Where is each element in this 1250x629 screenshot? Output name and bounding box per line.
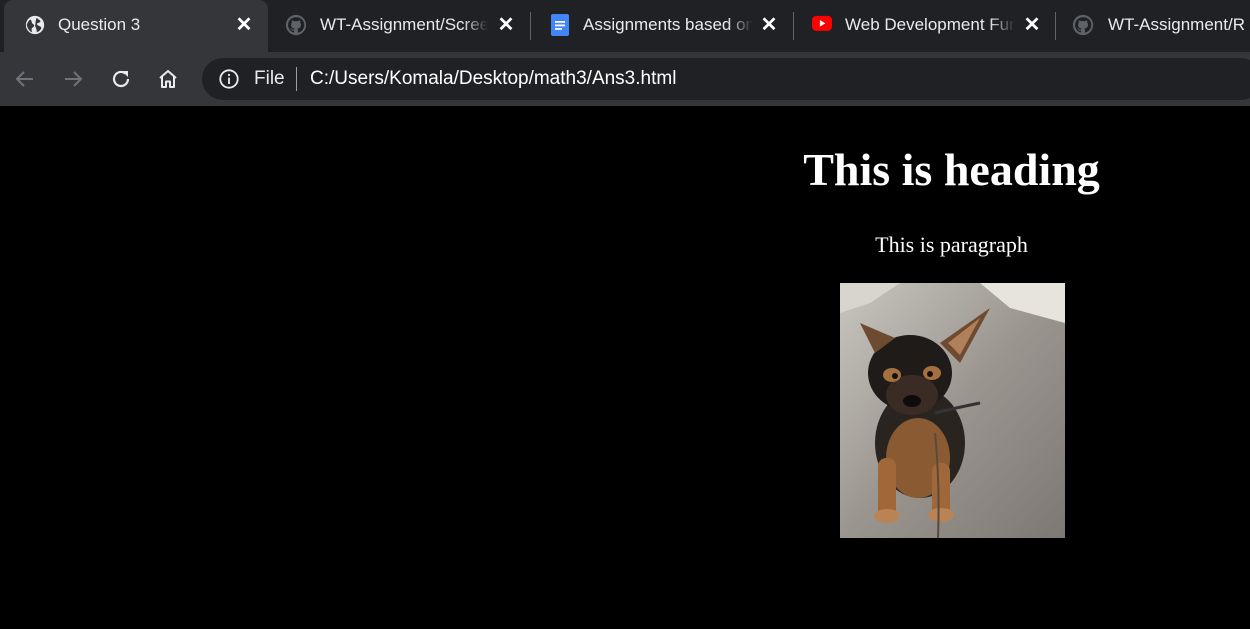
youtube-icon	[812, 15, 832, 31]
page-paragraph: This is paragraph	[875, 232, 1028, 257]
tab-title: WT-Assignment/Screenshots	[320, 15, 488, 34]
arrow-left-icon	[15, 71, 33, 87]
tab-strip: Question 3 ✕ WT-Assignment/Screenshots ✕…	[0, 0, 1250, 52]
page-viewport: This is heading This is paragraph	[0, 106, 1250, 629]
address-bar[interactable]: File C:/Users/Komala/Desktop/math3/Ans3.…	[202, 58, 1250, 100]
forward-button[interactable]	[55, 61, 91, 97]
close-tab-icon[interactable]: ✕	[496, 15, 516, 35]
tab-title: WT-Assignment/R	[1108, 15, 1245, 34]
home-icon	[159, 70, 177, 88]
url-text[interactable]: C:/Users/Komala/Desktop/math3/Ans3.html	[310, 68, 676, 90]
browser-toolbar: File C:/Users/Komala/Desktop/math3/Ans3.…	[0, 52, 1250, 106]
tab-title: Question 3	[58, 15, 141, 34]
google-docs-icon	[551, 14, 569, 36]
tab-wt-assignment-r[interactable]: WT-Assignment/R	[1056, 0, 1250, 52]
tab-question-3[interactable]: Question 3 ✕	[4, 0, 268, 52]
tab-wt-assignment-screenshots[interactable]: WT-Assignment/Screenshots ✕	[267, 0, 529, 52]
tab-assignments-based-on[interactable]: Assignments based on ✕	[531, 0, 793, 52]
security-label[interactable]: File	[254, 68, 285, 90]
tab-title: Web Development Fundamentals	[845, 15, 1015, 34]
reload-button[interactable]	[103, 61, 139, 97]
close-tab-icon[interactable]: ✕	[1022, 15, 1042, 35]
info-icon[interactable]	[218, 68, 240, 90]
github-icon	[1072, 14, 1094, 36]
back-button[interactable]	[7, 61, 43, 97]
close-tab-icon[interactable]: ✕	[759, 15, 779, 35]
arrow-right-icon	[65, 71, 83, 87]
home-button[interactable]	[150, 61, 186, 97]
puppy-photo	[840, 283, 1065, 538]
tab-web-development[interactable]: Web Development Fundamentals ✕	[794, 0, 1056, 52]
omnibox-separator	[296, 67, 297, 91]
github-icon	[285, 14, 307, 36]
close-tab-icon[interactable]: ✕	[234, 15, 254, 35]
page-heading: This is heading	[803, 144, 1100, 195]
reload-icon	[112, 70, 130, 88]
globe-icon	[25, 15, 45, 35]
tab-title: Assignments based on	[583, 15, 753, 34]
